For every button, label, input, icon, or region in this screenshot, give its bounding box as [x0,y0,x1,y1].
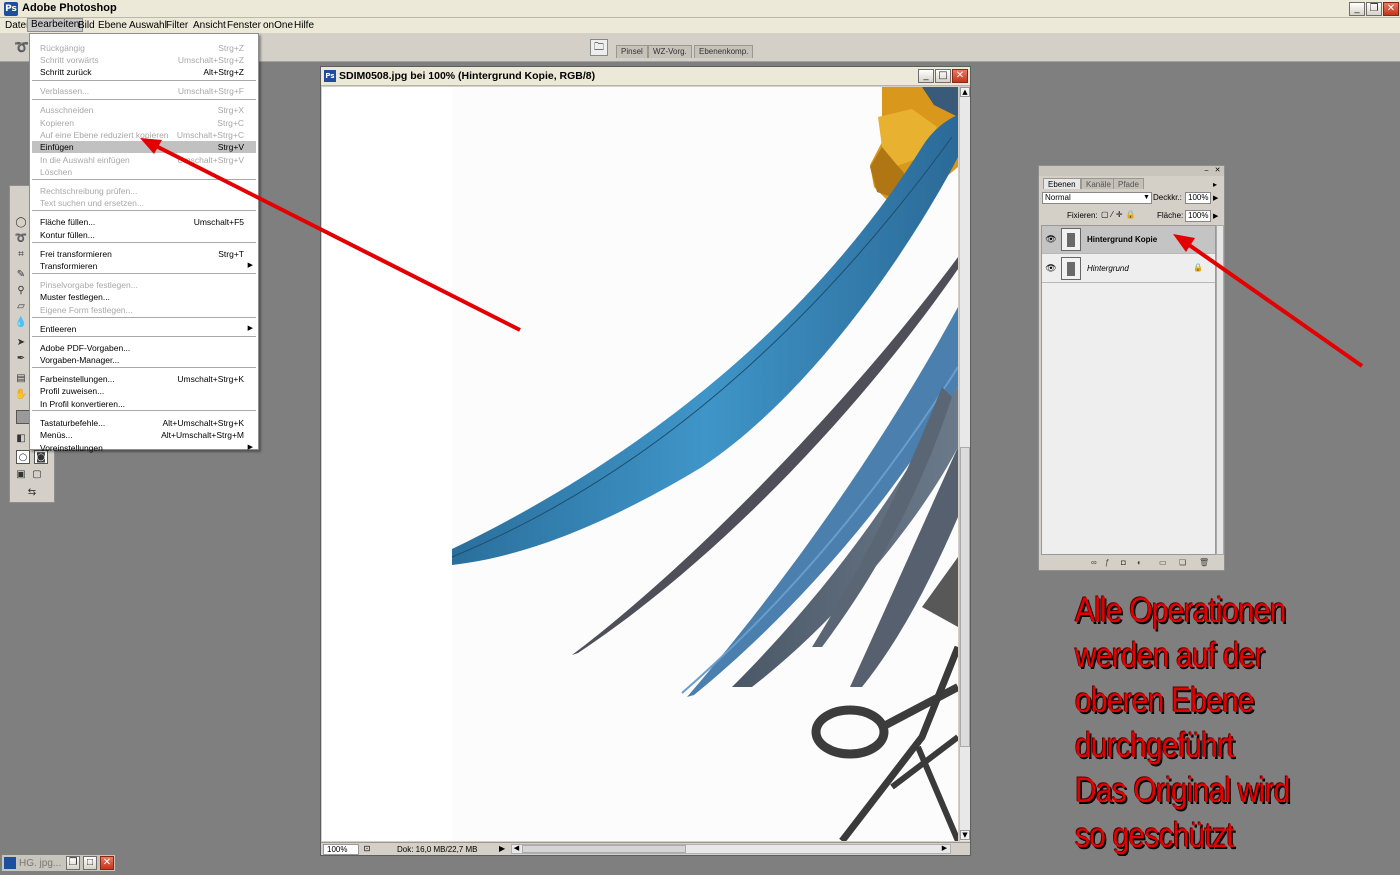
arrow-to-layer [1173,234,1364,368]
annotation-arrows [140,138,1364,368]
arrow-to-einfuegen [140,138,521,332]
